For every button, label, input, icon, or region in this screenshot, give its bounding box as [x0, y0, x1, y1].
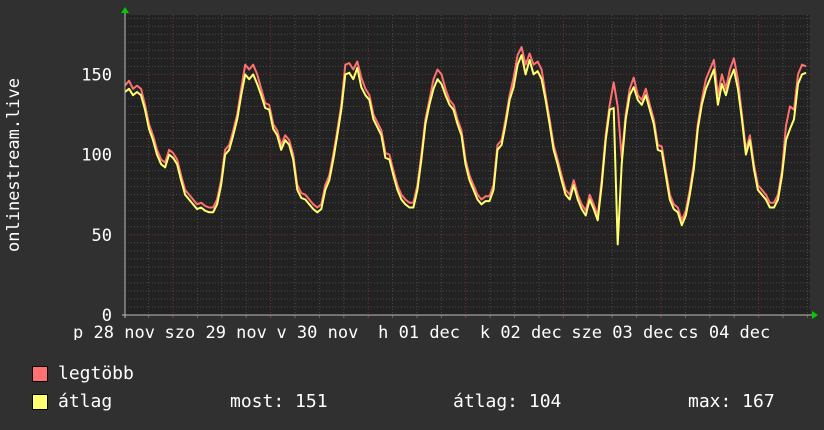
- x-tick-label: v 30 nov: [276, 323, 358, 340]
- y-axis-label: onlinestream.live: [4, 78, 24, 252]
- x-tick-label: szo 29 nov: [165, 323, 267, 340]
- stat-avg: átlag: 104: [453, 391, 562, 412]
- y-tick-label: 50: [92, 226, 112, 246]
- y-tick-label: 150: [81, 65, 112, 85]
- x-tick-label: cs 04 dec: [678, 323, 770, 340]
- chart: 050100150 p 28 nov szo 29 nov v 30 nov h 01…: [4, 7, 818, 340]
- legend-swatch-max: [32, 366, 48, 382]
- stat-now: most: 151: [230, 391, 328, 412]
- x-ticks: p 28 nov szo 29 nov v 30 nov h 01 dec k 02 d…: [73, 323, 770, 340]
- legend-label-avg: átlag: [58, 391, 113, 412]
- stat-max: max: 167: [688, 391, 775, 412]
- x-tick-label: sze 03 dec: [571, 323, 673, 340]
- x-tick-label: p 28 nov: [73, 323, 155, 340]
- y-ticks: 050100150: [81, 65, 112, 326]
- x-tick-label: h 01 dec: [378, 323, 460, 340]
- y-axis-arrow-icon: [121, 7, 129, 13]
- legend-label-max: legtöbb: [58, 363, 134, 384]
- x-tick-label: k 02 dec: [480, 323, 562, 340]
- legend-swatch-avg: [32, 394, 48, 410]
- x-axis-arrow-icon: [812, 311, 818, 319]
- y-tick-label: 100: [81, 146, 112, 166]
